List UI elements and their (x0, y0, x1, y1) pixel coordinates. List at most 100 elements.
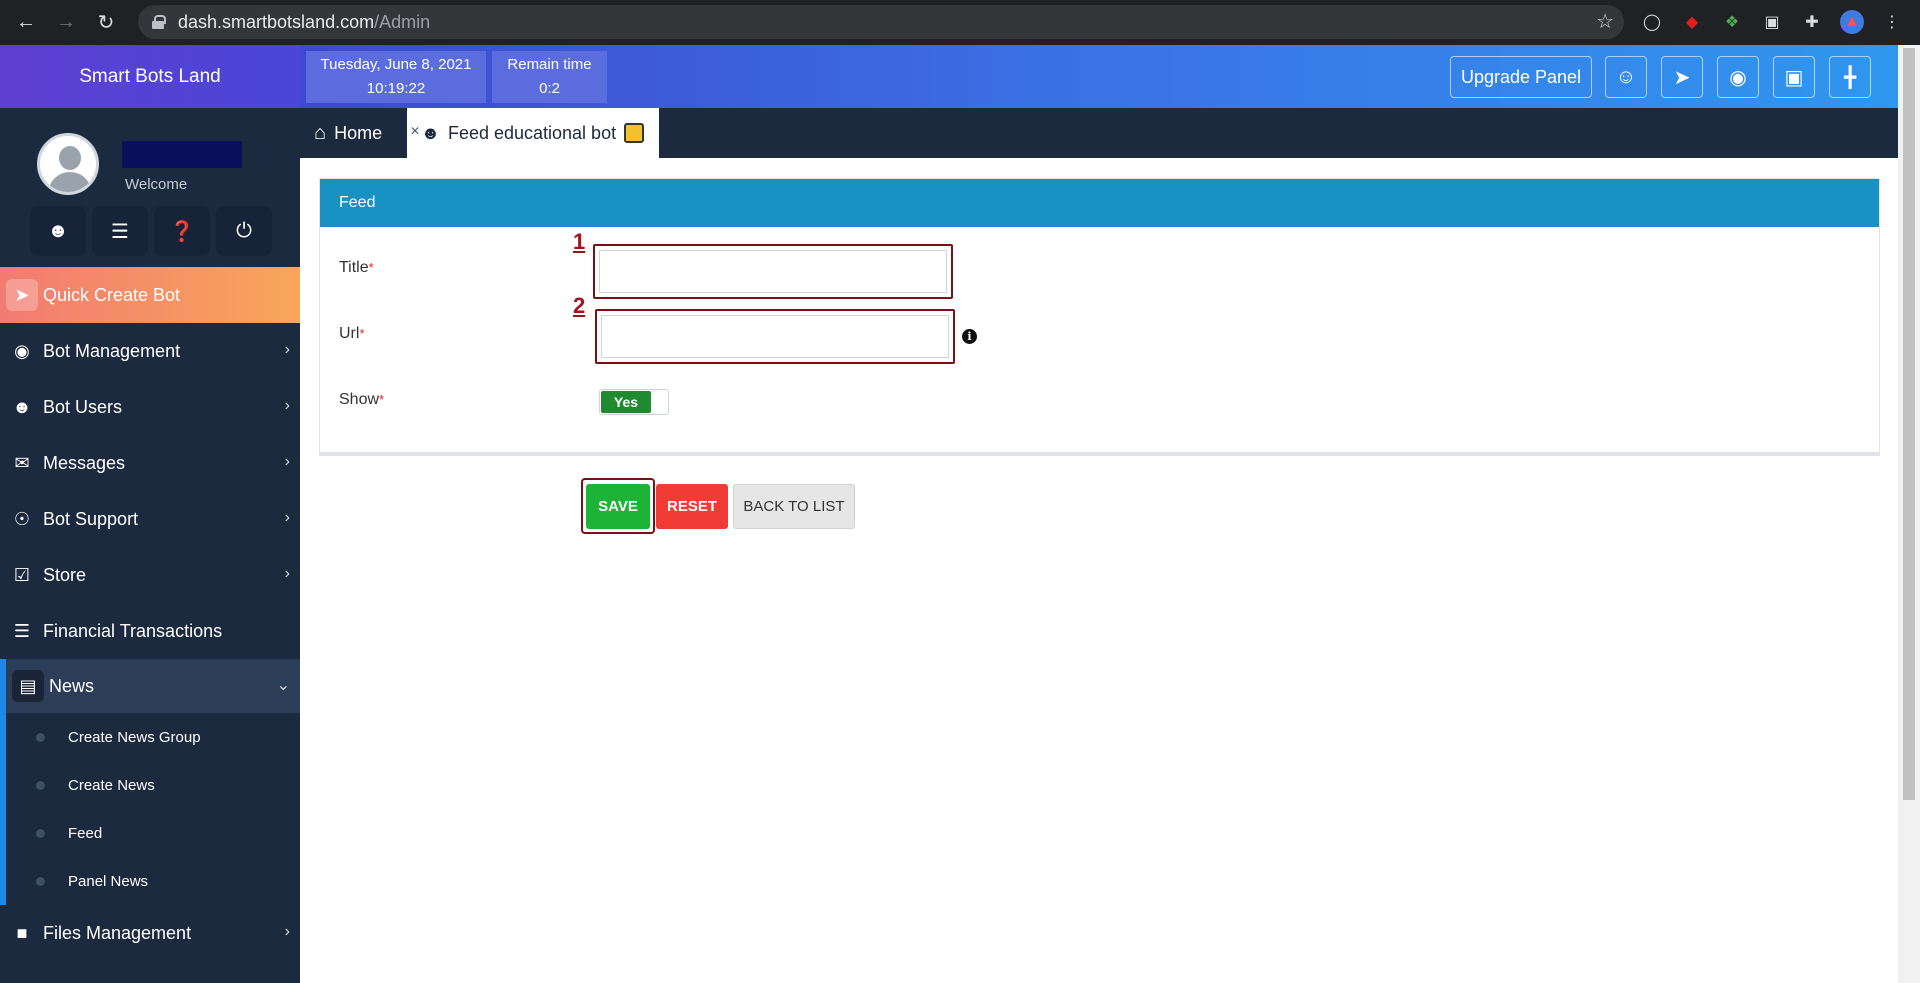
date-time-box: Tuesday, June 8, 2021 10:19:22 (306, 51, 486, 103)
annotation-mark-1: 1 (573, 229, 586, 254)
profile-avatar-icon[interactable]: ▲ (1840, 10, 1864, 34)
back-to-list-button[interactable]: BACK TO LIST (733, 484, 855, 529)
home-icon: ⌂ (314, 121, 327, 144)
sidebar-item-label: Bot Management (43, 340, 181, 361)
close-tab-icon[interactable]: ✕ (410, 124, 420, 138)
quick-create-bot-button[interactable]: ➤ Quick Create Bot (0, 267, 300, 323)
chevron-right-icon: › (284, 565, 290, 582)
url-text: dash.smartbotsland.com/Admin (178, 11, 431, 32)
support-icon: ☉ (13, 508, 31, 529)
url-label: Url* (339, 325, 365, 342)
upgrade-panel-button[interactable]: Upgrade Panel (1450, 56, 1592, 98)
username-redacted (122, 141, 242, 168)
show-toggle[interactable]: Yes (599, 389, 669, 415)
shield-extension-icon[interactable]: ◯ (1640, 10, 1664, 34)
sidebar-item-files-management[interactable]: ■ Files Management › (0, 905, 300, 961)
red-extension-icon[interactable]: ◆ (1680, 10, 1704, 34)
top-header: Tuesday, June 8, 2021 10:19:22 Remain ti… (300, 45, 1898, 108)
globe-icon[interactable]: ◉ (1717, 56, 1759, 98)
color-extension-icon[interactable]: ❖ (1720, 10, 1744, 34)
help-icon[interactable]: ❓ (154, 206, 210, 256)
forward-arrow-icon[interactable]: → (52, 9, 80, 37)
news-submenu: Create News Group Create News Feed Panel… (0, 713, 300, 905)
lock-icon (152, 15, 166, 29)
receipt-icon: ☰ (13, 620, 31, 641)
chevron-right-icon: › (284, 923, 290, 940)
sidebar: Smart Bots Land Welcome ☻ ☰ ❓ ⏻ ➤ Quick … (0, 45, 300, 983)
user-icon: ☻ (12, 396, 32, 417)
support-agent-icon[interactable]: ☺ (1605, 56, 1647, 98)
sidebar-item-bot-support[interactable]: ☉ Bot Support › (0, 491, 300, 547)
browser-toolbar: ← → ↻ dash.smartbotsland.com/Admin ☆ ◯ ◆… (0, 0, 1920, 45)
reload-icon[interactable]: ↻ (92, 9, 120, 37)
sidebar-item-label: Bot Users (43, 396, 123, 417)
sidebar-item-label: News (49, 675, 95, 696)
url-field-highlight (595, 309, 955, 364)
power-icon[interactable]: ⏻ (216, 206, 272, 256)
feed-form-panel: Feed Title* 1 Url* 2 i Show* Yes (319, 178, 1880, 456)
android-icon: ◉ (14, 340, 30, 361)
reset-button[interactable]: RESET (656, 484, 728, 529)
profile-receipt-icon[interactable]: ☰ (92, 206, 148, 256)
envelope-icon: ✉ (14, 452, 30, 473)
camera-extension-icon[interactable]: ▣ (1760, 10, 1784, 34)
remain-label: Remain time (507, 56, 592, 73)
url-input[interactable] (601, 315, 949, 358)
panel-title: Feed (320, 179, 1879, 227)
signpost-icon[interactable]: ╋ (1829, 56, 1871, 98)
annotation-mark-2: 2 (573, 293, 586, 318)
save-button[interactable]: SAVE (586, 484, 650, 529)
quick-create-label: Quick Create Bot (43, 284, 181, 305)
time-text: 10:19:22 (366, 80, 426, 97)
address-bar[interactable]: dash.smartbotsland.com/Admin ☆ (138, 5, 1624, 39)
brand-title[interactable]: Smart Bots Land (0, 45, 300, 108)
sidebar-item-store[interactable]: ☑ Store › (0, 547, 300, 603)
submenu-create-news[interactable]: Create News (6, 761, 300, 809)
sidebar-item-messages[interactable]: ✉ Messages › (0, 435, 300, 491)
sidebar-item-label: Financial Transactions (43, 620, 223, 641)
sidebar-item-financial-transactions[interactable]: ☰ Financial Transactions (0, 603, 300, 659)
sidebar-item-bot-management[interactable]: ◉ Bot Management › (0, 323, 300, 379)
sidebar-item-label: Store (43, 564, 87, 585)
bot-emoji-icon (624, 123, 645, 143)
remain-time-box: Remain time 0:2 (492, 51, 607, 103)
sidebar-item-bot-users[interactable]: ☻ Bot Users › (0, 379, 300, 435)
kebab-menu-icon[interactable]: ⋮ (1880, 10, 1904, 34)
submenu-feed[interactable]: Feed (6, 809, 300, 857)
profile-user-icon[interactable]: ☻ (30, 206, 86, 256)
info-icon[interactable]: i (962, 329, 977, 344)
submenu-create-news-group[interactable]: Create News Group (6, 713, 300, 761)
puzzle-extensions-icon[interactable]: ✚ (1800, 10, 1824, 34)
rocket-icon: ➤ (6, 279, 38, 311)
cart-icon: ☑ (13, 564, 31, 585)
sidebar-item-label: Messages (43, 452, 126, 473)
avatar[interactable] (37, 133, 99, 195)
title-input[interactable] (599, 250, 947, 293)
show-toggle-value: Yes (601, 391, 651, 413)
sidebar-item-news[interactable]: ▤ News ⌄ (0, 659, 300, 713)
submenu-panel-news[interactable]: Panel News (6, 857, 300, 905)
show-label: Show* (339, 391, 385, 408)
newspaper-icon: ▤ (12, 670, 44, 702)
bookmark-star-icon[interactable]: ☆ (1596, 9, 1614, 34)
megaphone-icon[interactable]: ➤ (1661, 56, 1703, 98)
chevron-right-icon: › (284, 397, 290, 414)
chevron-down-icon: ⌄ (276, 677, 290, 694)
tab-home[interactable]: ⌂ Home (300, 108, 406, 158)
tab-active-label: Feed educational bot (447, 122, 617, 143)
chevron-right-icon: › (284, 341, 290, 358)
chevron-right-icon: › (284, 453, 290, 470)
video-camera-icon[interactable]: ▣ (1773, 56, 1815, 98)
scrollbar-thumb[interactable] (1903, 48, 1915, 800)
tabs-bar: ⌂ Home ✕ ☻ Feed educational bot (300, 108, 1898, 158)
sidebar-item-label: Files Management (43, 922, 192, 943)
title-label: Title* (339, 259, 374, 276)
welcome-text: Welcome (125, 176, 188, 193)
folder-icon: ■ (16, 922, 28, 943)
title-field-highlight (593, 244, 953, 299)
date-text: Tuesday, June 8, 2021 (320, 56, 472, 73)
tab-feed-educational-bot[interactable]: ✕ ☻ Feed educational bot (407, 108, 659, 158)
user-icon: ☻ (421, 122, 440, 143)
back-arrow-icon[interactable]: ← (12, 9, 40, 37)
tab-home-label: Home (334, 122, 383, 143)
